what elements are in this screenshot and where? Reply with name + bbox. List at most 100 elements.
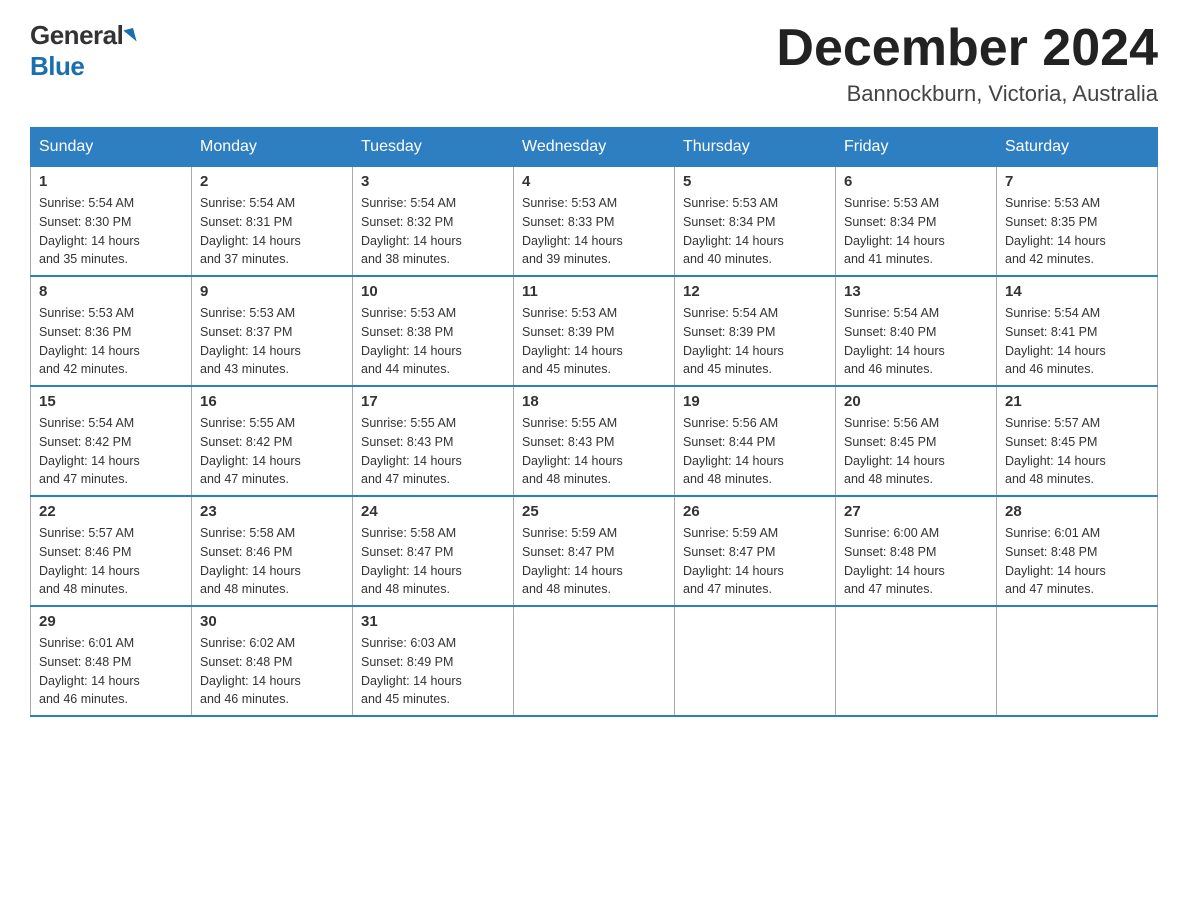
- calendar-cell: [675, 606, 836, 716]
- calendar-table: SundayMondayTuesdayWednesdayThursdayFrid…: [30, 127, 1158, 717]
- day-number: 10: [361, 283, 505, 300]
- day-header-sunday: Sunday: [31, 128, 192, 167]
- day-info: Sunrise: 5:53 AMSunset: 8:34 PMDaylight:…: [683, 194, 827, 269]
- calendar-cell: 23 Sunrise: 5:58 AMSunset: 8:46 PMDayligh…: [192, 496, 353, 606]
- day-number: 4: [522, 173, 666, 190]
- day-number: 13: [844, 283, 988, 300]
- day-info: Sunrise: 5:55 AMSunset: 8:42 PMDaylight:…: [200, 414, 344, 489]
- day-number: 9: [200, 283, 344, 300]
- day-number: 17: [361, 393, 505, 410]
- calendar-cell: [997, 606, 1158, 716]
- day-info: Sunrise: 5:54 AMSunset: 8:41 PMDaylight:…: [1005, 304, 1149, 379]
- calendar-cell: 16 Sunrise: 5:55 AMSunset: 8:42 PMDayligh…: [192, 386, 353, 496]
- day-number: 27: [844, 503, 988, 520]
- day-info: Sunrise: 5:54 AMSunset: 8:39 PMDaylight:…: [683, 304, 827, 379]
- day-number: 24: [361, 503, 505, 520]
- day-info: Sunrise: 5:56 AMSunset: 8:45 PMDaylight:…: [844, 414, 988, 489]
- calendar-cell: 28 Sunrise: 6:01 AMSunset: 8:48 PMDayligh…: [997, 496, 1158, 606]
- day-number: 1: [39, 173, 183, 190]
- day-number: 26: [683, 503, 827, 520]
- day-info: Sunrise: 5:55 AMSunset: 8:43 PMDaylight:…: [522, 414, 666, 489]
- calendar-cell: 30 Sunrise: 6:02 AMSunset: 8:48 PMDayligh…: [192, 606, 353, 716]
- calendar-cell: 10 Sunrise: 5:53 AMSunset: 8:38 PMDayligh…: [353, 276, 514, 386]
- logo: General Blue: [30, 20, 135, 82]
- calendar-cell: 24 Sunrise: 5:58 AMSunset: 8:47 PMDayligh…: [353, 496, 514, 606]
- calendar-cell: 31Sunrise: 6:03 AMSunset: 8:49 PMDayligh…: [353, 606, 514, 716]
- day-header-thursday: Thursday: [675, 128, 836, 167]
- calendar-week-5: 29 Sunrise: 6:01 AMSunset: 8:48 PMDayligh…: [31, 606, 1158, 716]
- day-number: 18: [522, 393, 666, 410]
- day-info: Sunrise: 6:03 AMSunset: 8:49 PMDaylight:…: [361, 634, 505, 709]
- day-info: Sunrise: 5:54 AMSunset: 8:32 PMDaylight:…: [361, 194, 505, 269]
- day-number: 14: [1005, 283, 1149, 300]
- calendar-cell: 7 Sunrise: 5:53 AMSunset: 8:35 PMDaylight…: [997, 167, 1158, 277]
- calendar-cell: 21 Sunrise: 5:57 AMSunset: 8:45 PMDayligh…: [997, 386, 1158, 496]
- calendar-cell: 1 Sunrise: 5:54 AMSunset: 8:30 PMDaylight…: [31, 167, 192, 277]
- day-info: Sunrise: 5:54 AMSunset: 8:30 PMDaylight:…: [39, 194, 183, 269]
- day-number: 12: [683, 283, 827, 300]
- calendar-cell: 20 Sunrise: 5:56 AMSunset: 8:45 PMDayligh…: [836, 386, 997, 496]
- title-section: December 2024 Bannockburn, Victoria, Aus…: [776, 20, 1158, 107]
- day-info: Sunrise: 5:54 AMSunset: 8:40 PMDaylight:…: [844, 304, 988, 379]
- calendar-cell: 6 Sunrise: 5:53 AMSunset: 8:34 PMDaylight…: [836, 167, 997, 277]
- day-info: Sunrise: 6:01 AMSunset: 8:48 PMDaylight:…: [39, 634, 183, 709]
- day-number: 30: [200, 613, 344, 630]
- day-info: Sunrise: 5:53 AMSunset: 8:39 PMDaylight:…: [522, 304, 666, 379]
- day-info: Sunrise: 6:02 AMSunset: 8:48 PMDaylight:…: [200, 634, 344, 709]
- day-info: Sunrise: 5:53 AMSunset: 8:38 PMDaylight:…: [361, 304, 505, 379]
- day-info: Sunrise: 5:57 AMSunset: 8:46 PMDaylight:…: [39, 524, 183, 599]
- day-number: 8: [39, 283, 183, 300]
- day-info: Sunrise: 5:53 AMSunset: 8:33 PMDaylight:…: [522, 194, 666, 269]
- day-number: 28: [1005, 503, 1149, 520]
- calendar-cell: 3 Sunrise: 5:54 AMSunset: 8:32 PMDaylight…: [353, 167, 514, 277]
- calendar-cell: 22 Sunrise: 5:57 AMSunset: 8:46 PMDayligh…: [31, 496, 192, 606]
- day-number: 5: [683, 173, 827, 190]
- day-info: Sunrise: 5:55 AMSunset: 8:43 PMDaylight:…: [361, 414, 505, 489]
- day-info: Sunrise: 5:54 AMSunset: 8:42 PMDaylight:…: [39, 414, 183, 489]
- day-number: 20: [844, 393, 988, 410]
- day-number: 29: [39, 613, 183, 630]
- day-header-monday: Monday: [192, 128, 353, 167]
- day-info: Sunrise: 5:53 AMSunset: 8:34 PMDaylight:…: [844, 194, 988, 269]
- day-number: 3: [361, 173, 505, 190]
- day-number: 19: [683, 393, 827, 410]
- calendar-cell: 5 Sunrise: 5:53 AMSunset: 8:34 PMDaylight…: [675, 167, 836, 277]
- day-info: Sunrise: 5:56 AMSunset: 8:44 PMDaylight:…: [683, 414, 827, 489]
- calendar-cell: 8 Sunrise: 5:53 AMSunset: 8:36 PMDaylight…: [31, 276, 192, 386]
- calendar-cell: 17 Sunrise: 5:55 AMSunset: 8:43 PMDayligh…: [353, 386, 514, 496]
- day-info: Sunrise: 5:53 AMSunset: 8:36 PMDaylight:…: [39, 304, 183, 379]
- calendar-cell: 27Sunrise: 6:00 AMSunset: 8:48 PMDayligh…: [836, 496, 997, 606]
- calendar-cell: [836, 606, 997, 716]
- calendar-cell: 11 Sunrise: 5:53 AMSunset: 8:39 PMDayligh…: [514, 276, 675, 386]
- day-number: 21: [1005, 393, 1149, 410]
- day-info: Sunrise: 5:57 AMSunset: 8:45 PMDaylight:…: [1005, 414, 1149, 489]
- day-info: Sunrise: 6:01 AMSunset: 8:48 PMDaylight:…: [1005, 524, 1149, 599]
- day-number: 11: [522, 283, 666, 300]
- day-header-wednesday: Wednesday: [514, 128, 675, 167]
- calendar-cell: [514, 606, 675, 716]
- calendar-week-2: 8 Sunrise: 5:53 AMSunset: 8:36 PMDaylight…: [31, 276, 1158, 386]
- calendar-cell: 18 Sunrise: 5:55 AMSunset: 8:43 PMDayligh…: [514, 386, 675, 496]
- calendar-cell: 19 Sunrise: 5:56 AMSunset: 8:44 PMDayligh…: [675, 386, 836, 496]
- calendar-cell: 15 Sunrise: 5:54 AMSunset: 8:42 PMDayligh…: [31, 386, 192, 496]
- calendar-cell: 9Sunrise: 5:53 AMSunset: 8:37 PMDaylight…: [192, 276, 353, 386]
- day-number: 6: [844, 173, 988, 190]
- calendar-cell: 26 Sunrise: 5:59 AMSunset: 8:47 PMDayligh…: [675, 496, 836, 606]
- day-info: Sunrise: 5:58 AMSunset: 8:46 PMDaylight:…: [200, 524, 344, 599]
- day-number: 15: [39, 393, 183, 410]
- calendar-cell: 14 Sunrise: 5:54 AMSunset: 8:41 PMDayligh…: [997, 276, 1158, 386]
- day-info: Sunrise: 5:58 AMSunset: 8:47 PMDaylight:…: [361, 524, 505, 599]
- day-number: 22: [39, 503, 183, 520]
- day-info: Sunrise: 5:53 AMSunset: 8:35 PMDaylight:…: [1005, 194, 1149, 269]
- day-info: Sunrise: 5:59 AMSunset: 8:47 PMDaylight:…: [683, 524, 827, 599]
- day-number: 7: [1005, 173, 1149, 190]
- day-header-tuesday: Tuesday: [353, 128, 514, 167]
- location: Bannockburn, Victoria, Australia: [776, 81, 1158, 107]
- logo-blue-text: Blue: [30, 51, 84, 82]
- calendar-cell: 12 Sunrise: 5:54 AMSunset: 8:39 PMDayligh…: [675, 276, 836, 386]
- day-info: Sunrise: 5:59 AMSunset: 8:47 PMDaylight:…: [522, 524, 666, 599]
- day-number: 16: [200, 393, 344, 410]
- logo-arrow-icon: [124, 27, 137, 43]
- day-number: 23: [200, 503, 344, 520]
- calendar-cell: 13 Sunrise: 5:54 AMSunset: 8:40 PMDayligh…: [836, 276, 997, 386]
